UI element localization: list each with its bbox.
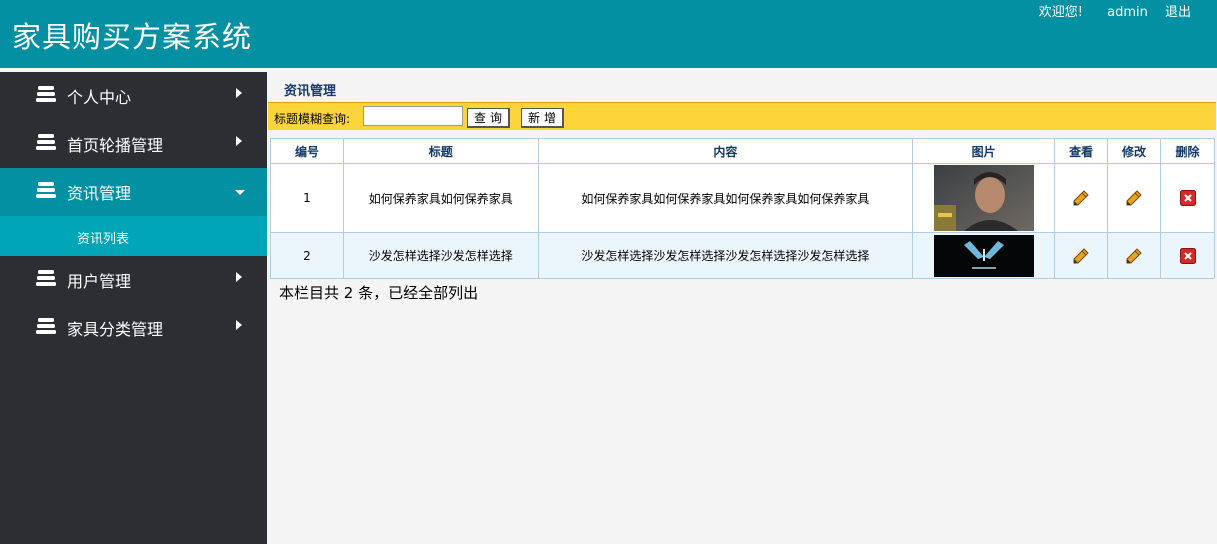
caret-right-icon [234,271,244,283]
delete-icon[interactable] [1180,190,1196,206]
table-header-row: 编号 标题 内容 图片 查看 修改 删除 [270,138,1215,164]
logout-link[interactable]: 退出 [1165,5,1191,20]
cell-edit [1107,232,1162,279]
user-bar: 欢迎您! admin 退出 [1039,1,1191,20]
record-count-note: 本栏目共 2 条，已经全部列出 [279,284,479,302]
column-header: 编号 [270,138,344,164]
cell-image [912,163,1056,233]
sidebar-item-label: 家具分类管理 [67,320,164,339]
sidebar-subitem-label: 资讯列表 [77,232,130,247]
caret-right-icon [234,319,244,331]
delete-icon[interactable] [1180,248,1196,264]
sidebar-subitem-news-list[interactable]: 资讯列表 [0,216,267,256]
column-header: 查看 [1054,138,1109,164]
sidebar-item-label: 资讯管理 [67,184,132,203]
welcome-text: 欢迎您! [1038,5,1083,20]
sidebar-item-label: 个人中心 [67,88,132,107]
sidebar-item-personal-center[interactable]: 个人中心 [0,72,267,120]
sidebar-item-news-management[interactable]: 资讯管理 [0,168,267,216]
stack-icon [36,181,56,199]
cell-edit [1107,163,1162,233]
stack-icon [36,133,56,151]
table-row: 1 如何保养家具如何保养家具 如何保养家具如何保养家具如何保养家具如何保养家具 [270,163,1215,233]
sidebar: 个人中心 首页轮播管理 资讯管理 资讯列表 用户管理 家具分类管理 [0,72,267,544]
news-image-thumbnail [933,234,1034,277]
column-header: 标题 [342,138,539,164]
cell-title: 如何保养家具如何保养家具 [342,163,539,233]
news-image-thumbnail [933,165,1034,231]
main-content: 资讯管理 标题模糊查询: 查询 新增 编号 标题 内容 图片 查看 修改 删除 … [267,68,1217,544]
cell-view [1054,232,1109,279]
pencil-icon[interactable] [1125,247,1143,265]
pencil-icon[interactable] [1072,189,1090,207]
cell-content: 如何保养家具如何保养家具如何保养家具如何保养家具 [537,163,914,233]
caret-right-icon [234,87,244,99]
pencil-icon[interactable] [1125,189,1143,207]
username-link[interactable]: admin [1107,5,1148,20]
top-header: 家具购买方案系统 欢迎您! admin 退出 [0,0,1217,68]
search-bar: 标题模糊查询: 查询 新增 [268,102,1216,130]
pencil-icon[interactable] [1072,247,1090,265]
stack-icon [36,269,56,287]
cell-title: 沙发怎样选择沙发怎样选择 [342,232,539,279]
column-header: 删除 [1160,138,1215,164]
column-header: 修改 [1107,138,1162,164]
query-button[interactable]: 查询 [467,108,511,128]
search-label: 标题模糊查询: [274,112,351,126]
sidebar-item-category-management[interactable]: 家具分类管理 [0,304,267,352]
sidebar-item-user-management[interactable]: 用户管理 [0,256,267,304]
cell-delete [1160,232,1215,279]
news-table: 编号 标题 内容 图片 查看 修改 删除 1 如何保养家具如何保养家具 如何保养… [270,138,1215,279]
cell-image [912,232,1056,279]
caret-right-icon [234,135,244,147]
cell-delete [1160,163,1215,233]
cell-id: 1 [270,163,344,233]
cell-view [1054,163,1109,233]
title-search-input[interactable] [363,106,463,126]
cell-id: 2 [270,232,344,279]
cell-content: 沙发怎样选择沙发怎样选择沙发怎样选择沙发怎样选择 [537,232,914,279]
caret-down-icon [234,187,246,197]
add-button[interactable]: 新增 [521,108,565,128]
column-header: 图片 [912,138,1056,164]
sidebar-item-label: 首页轮播管理 [67,136,164,155]
stack-icon [36,317,56,335]
table-row: 2 沙发怎样选择沙发怎样选择 沙发怎样选择沙发怎样选择沙发怎样选择沙发怎样选择 [270,232,1215,279]
column-header: 内容 [537,138,914,164]
app-title: 家具购买方案系统 [12,20,253,54]
sidebar-item-label: 用户管理 [67,272,132,291]
page-title: 资讯管理 [284,84,337,99]
sidebar-item-carousel-management[interactable]: 首页轮播管理 [0,120,267,168]
stack-icon [36,85,56,103]
